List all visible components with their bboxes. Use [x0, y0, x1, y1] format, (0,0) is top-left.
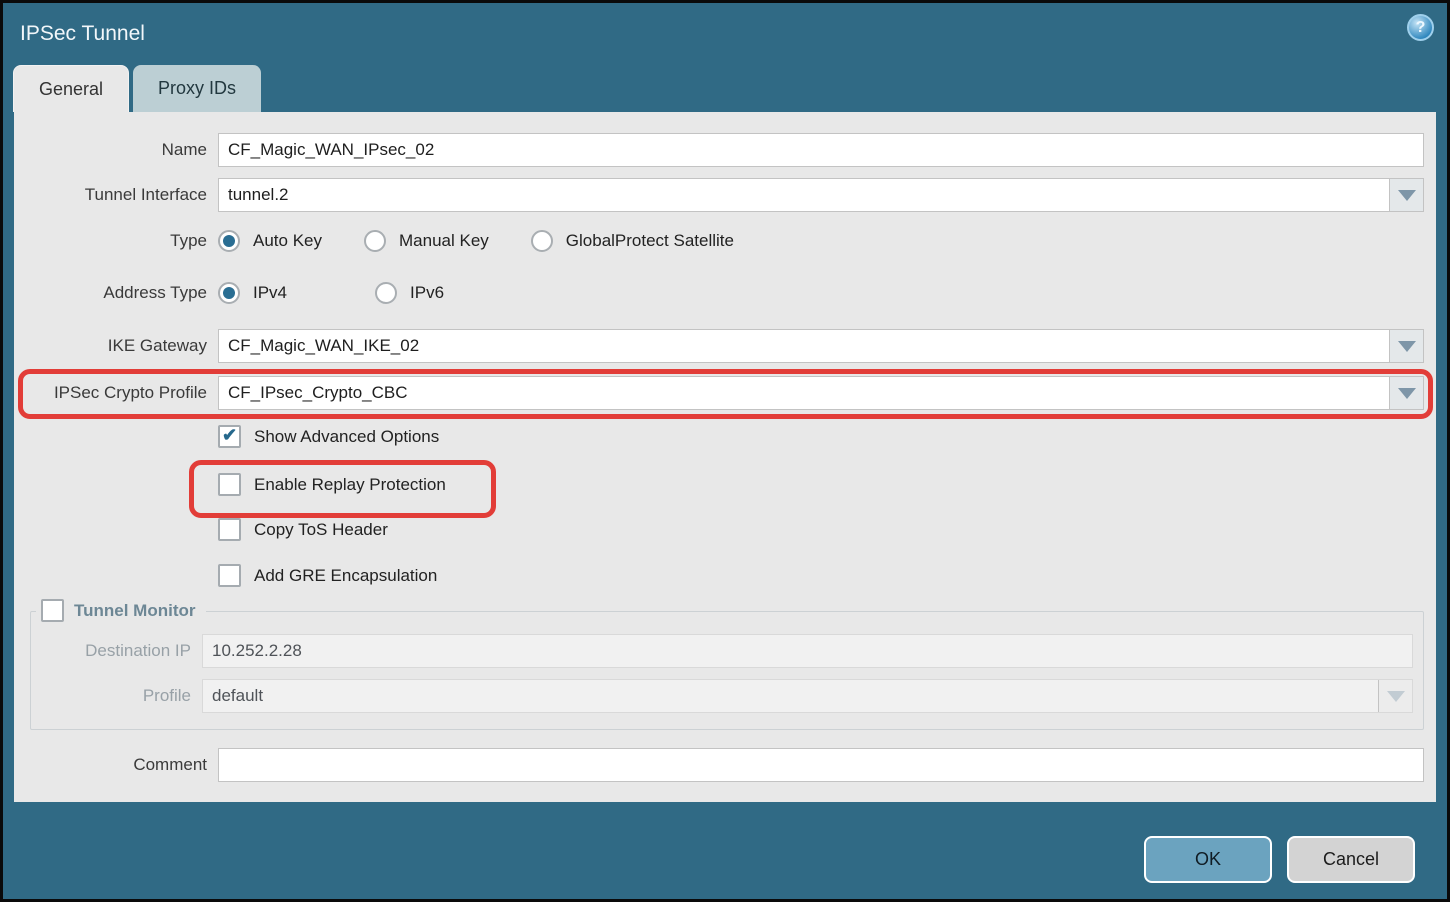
tunnel-interface-row: Tunnel Interface [14, 178, 1436, 212]
ipv6-radio[interactable] [375, 282, 397, 304]
tunnel-interface-input[interactable] [219, 179, 1389, 211]
ipv4-label: IPv4 [253, 283, 287, 303]
general-tab-panel: Name Tunnel Interface Type Auto Key [14, 112, 1436, 802]
type-row: Type Auto Key Manual Key GlobalProtect S… [14, 228, 1436, 254]
tunnel-monitor-checkbox[interactable] [41, 599, 64, 622]
tunnel-monitor-label: Tunnel Monitor [74, 601, 196, 621]
show-advanced-options-label: Show Advanced Options [254, 427, 439, 447]
destination-ip-row: Destination IP [31, 634, 1423, 668]
globalprotect-satellite-radio[interactable] [531, 230, 553, 252]
tunnel-interface-field [218, 178, 1424, 212]
ipsec-crypto-profile-input[interactable] [219, 377, 1389, 409]
ipsec-tunnel-dialog: IPSec Tunnel ? General Proxy IDs Name Tu… [0, 0, 1450, 902]
comment-input[interactable] [219, 749, 1423, 781]
enable-replay-protection-label: Enable Replay Protection [254, 475, 446, 495]
cancel-button[interactable]: Cancel [1287, 836, 1415, 883]
ipsec-crypto-profile-label: IPSec Crypto Profile [14, 383, 207, 403]
show-advanced-options-row: Show Advanced Options [218, 425, 1436, 448]
ike-gateway-label: IKE Gateway [14, 336, 207, 356]
auto-key-radio[interactable] [218, 230, 240, 252]
comment-label: Comment [14, 755, 207, 775]
manual-key-radio[interactable] [364, 230, 386, 252]
manual-key-label: Manual Key [399, 231, 489, 251]
tunnel-interface-label: Tunnel Interface [14, 185, 207, 205]
tunnel-interface-dropdown-button[interactable] [1389, 179, 1423, 211]
add-gre-encapsulation-row: Add GRE Encapsulation [218, 564, 1436, 587]
tab-general[interactable]: General [13, 65, 129, 112]
ike-gateway-row: IKE Gateway [14, 329, 1436, 363]
ok-button[interactable]: OK [1144, 836, 1272, 883]
chevron-down-icon [1387, 691, 1405, 702]
type-option-manual-key: Manual Key [364, 230, 489, 252]
chevron-down-icon [1398, 388, 1416, 399]
name-field [218, 133, 1424, 167]
destination-ip-field [202, 634, 1413, 668]
chevron-down-icon [1398, 190, 1416, 201]
copy-tos-header-checkbox[interactable] [218, 518, 241, 541]
globalprotect-satellite-label: GlobalProtect Satellite [566, 231, 734, 251]
add-gre-encapsulation-checkbox[interactable] [218, 564, 241, 587]
ipsec-crypto-profile-dropdown-button[interactable] [1389, 377, 1423, 409]
add-gre-encapsulation-label: Add GRE Encapsulation [254, 566, 437, 586]
ipsec-crypto-profile-field [218, 376, 1424, 410]
name-row: Name [14, 133, 1436, 167]
profile-dropdown-button [1378, 680, 1412, 712]
ipv4-radio[interactable] [218, 282, 240, 304]
help-icon[interactable]: ? [1407, 14, 1434, 41]
type-option-auto-key: Auto Key [218, 230, 322, 252]
address-type-option-ipv4: IPv4 [218, 282, 287, 304]
chevron-down-icon [1398, 341, 1416, 352]
type-option-globalprotect-satellite: GlobalProtect Satellite [531, 230, 734, 252]
profile-field [202, 679, 1413, 713]
ike-gateway-dropdown-button[interactable] [1389, 330, 1423, 362]
tunnel-monitor-legend: Tunnel Monitor [36, 599, 206, 622]
ike-gateway-field [218, 329, 1424, 363]
tab-proxy-ids[interactable]: Proxy IDs [133, 65, 261, 112]
address-type-row: Address Type IPv4 IPv6 [14, 280, 1436, 306]
tab-bar: General Proxy IDs [3, 65, 1447, 112]
profile-label: Profile [31, 686, 191, 706]
type-label: Type [14, 231, 207, 251]
tunnel-monitor-group: Tunnel Monitor Destination IP Profile [30, 611, 1424, 730]
address-type-options: IPv4 IPv6 [218, 282, 486, 304]
address-type-label: Address Type [14, 283, 207, 303]
auto-key-label: Auto Key [253, 231, 322, 251]
comment-field [218, 748, 1424, 782]
destination-ip-label: Destination IP [31, 641, 191, 661]
copy-tos-header-row: Copy ToS Header [218, 518, 1436, 541]
name-input[interactable] [219, 134, 1423, 166]
ipv6-label: IPv6 [410, 283, 444, 303]
address-type-option-ipv6: IPv6 [375, 282, 444, 304]
footer: OK Cancel [1144, 836, 1415, 883]
ipsec-crypto-profile-row: IPSec Crypto Profile [14, 376, 1436, 410]
dialog-title: IPSec Tunnel [20, 22, 145, 46]
profile-row: Profile [31, 679, 1423, 713]
enable-replay-protection-row: Enable Replay Protection [218, 473, 1436, 496]
profile-input [203, 680, 1378, 712]
enable-replay-protection-checkbox[interactable] [218, 473, 241, 496]
name-label: Name [14, 140, 207, 160]
titlebar: IPSec Tunnel [3, 3, 1447, 65]
type-options: Auto Key Manual Key GlobalProtect Satell… [218, 230, 776, 252]
ike-gateway-input[interactable] [219, 330, 1389, 362]
copy-tos-header-label: Copy ToS Header [254, 520, 388, 540]
comment-row: Comment [14, 748, 1436, 782]
destination-ip-input [203, 635, 1412, 667]
show-advanced-options-checkbox[interactable] [218, 425, 241, 448]
